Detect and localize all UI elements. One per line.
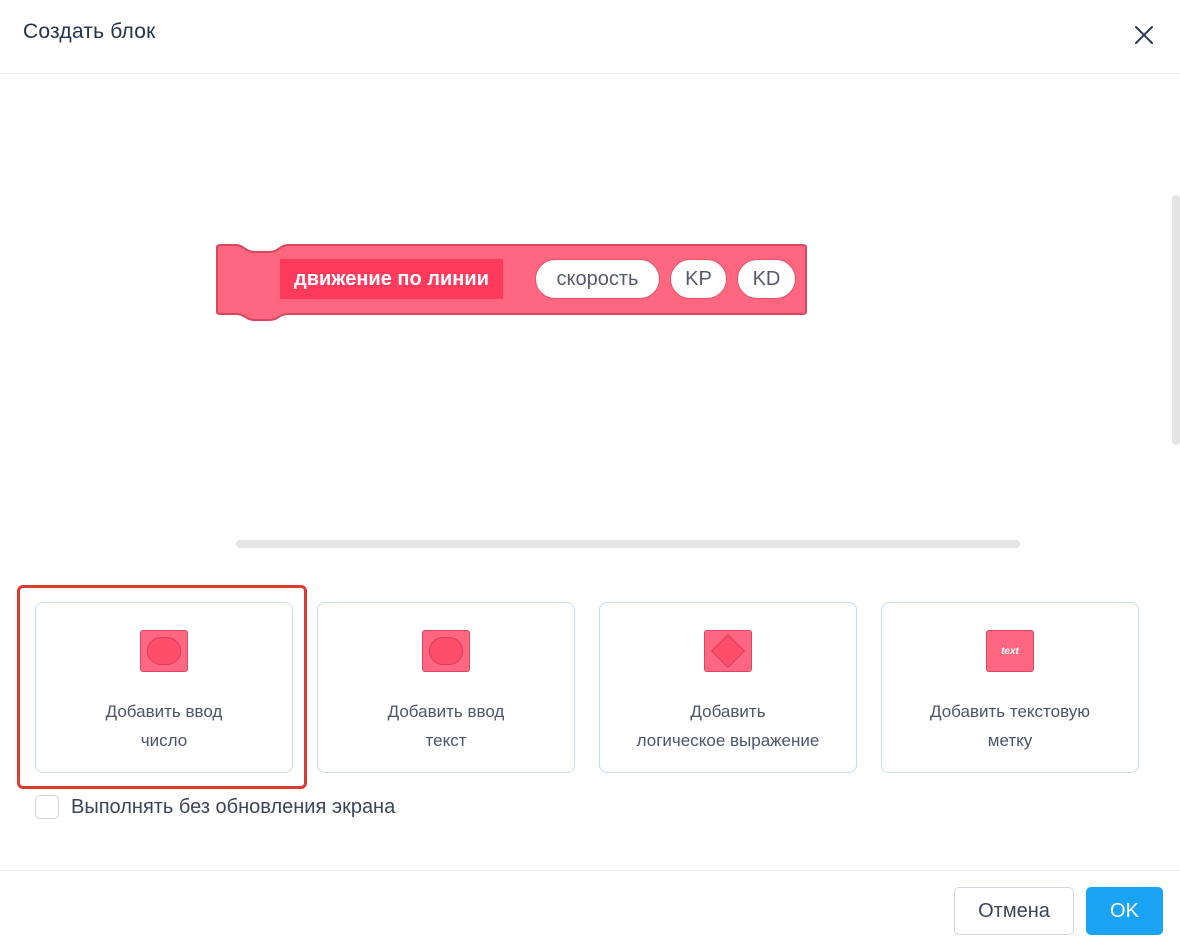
text-label-glyph: text	[1001, 645, 1019, 657]
card-label-line1: Добавить ввод	[105, 702, 223, 721]
diamond-shape	[711, 634, 745, 668]
vertical-scrollbar[interactable]	[1172, 195, 1180, 445]
ok-button[interactable]: OK	[1086, 887, 1163, 935]
block-workspace[interactable]: движение по линии скорость KP KD	[0, 75, 1180, 565]
run-without-refresh-label: Выполнять без обновления экрана	[71, 795, 396, 818]
card-label: Добавить ввод число	[36, 697, 292, 755]
close-icon	[1135, 26, 1153, 44]
create-block-dialog: Создать блок движение по линии скорость …	[0, 0, 1180, 944]
boolean-input-icon	[704, 630, 752, 672]
card-label-line2: логическое выражение	[636, 731, 820, 750]
dialog-title: Создать блок	[23, 20, 156, 43]
add-boolean-input-card[interactable]: Добавить логическое выражение	[599, 602, 857, 773]
oval-shape	[147, 637, 181, 665]
card-label-line1: Добавить ввод	[387, 702, 505, 721]
add-number-input-card[interactable]: Добавить ввод число	[35, 602, 293, 773]
card-label-line1: Добавить текстовую	[930, 702, 1090, 721]
horizontal-scrollbar[interactable]	[236, 540, 1020, 548]
card-label-line2: метку	[987, 731, 1033, 750]
block-input-kp[interactable]: KP	[670, 259, 727, 299]
run-without-refresh-option[interactable]: Выполнять без обновления экрана	[35, 795, 395, 819]
block-input-speed[interactable]: скорость	[535, 259, 660, 299]
close-button[interactable]	[1130, 21, 1158, 49]
add-text-label-card[interactable]: text Добавить текстовую метку	[881, 602, 1139, 773]
run-without-refresh-checkbox[interactable]	[35, 795, 59, 819]
block-label[interactable]: движение по линии	[280, 259, 503, 299]
card-label: Добавить текстовую метку	[882, 697, 1138, 755]
text-label-icon: text	[986, 630, 1034, 672]
cancel-button[interactable]: Отмена	[954, 887, 1074, 935]
number-input-icon	[140, 630, 188, 672]
text-input-icon	[422, 630, 470, 672]
block-input-kd[interactable]: KD	[737, 259, 796, 299]
card-label-line2: текст	[425, 731, 467, 750]
dialog-header: Создать блок	[0, 0, 1180, 74]
footer-divider	[0, 870, 1180, 871]
card-label: Добавить логическое выражение	[600, 697, 856, 755]
oval-shape	[429, 637, 463, 665]
add-text-input-card[interactable]: Добавить ввод текст	[317, 602, 575, 773]
card-label-line1: Добавить	[690, 702, 766, 721]
card-label-line2: число	[140, 731, 188, 750]
card-label: Добавить ввод текст	[318, 697, 574, 755]
